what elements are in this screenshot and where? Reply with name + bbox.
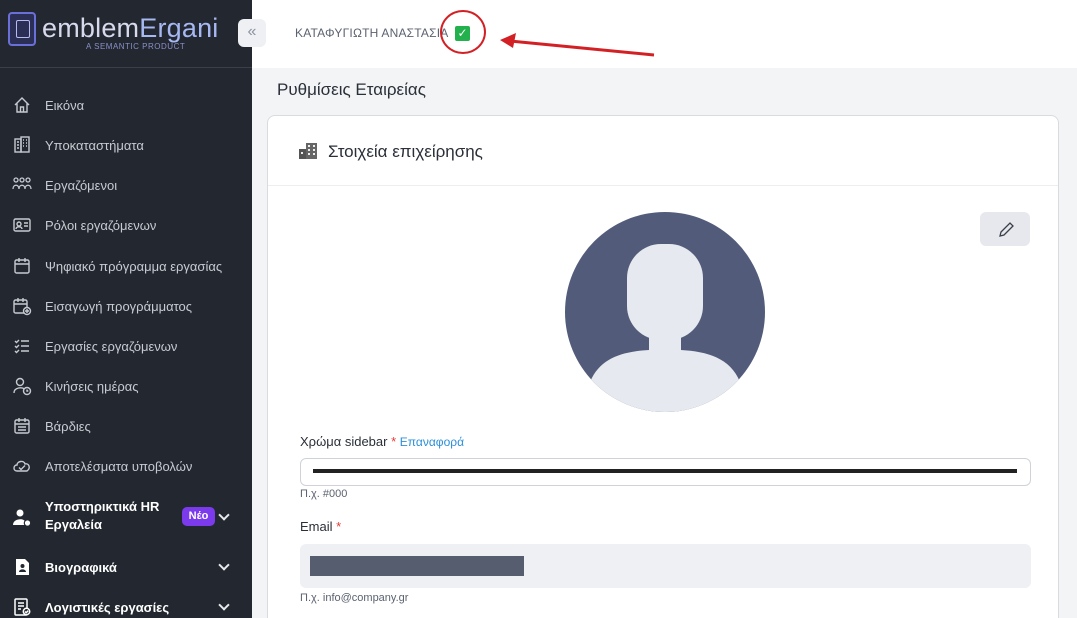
card-title: Στοιχεία επιχείρησης: [328, 142, 483, 161]
card-header: Στοιχεία επιχείρησης: [268, 116, 1058, 186]
sidebar: emblemErgani A SEMANTIC PRODUCT Εικόνα Υ…: [0, 0, 252, 618]
sidebar-item-submission-results[interactable]: Αποτελέσματα υποβολών: [0, 449, 252, 483]
sidebar-item-shifts[interactable]: Βάρδιες: [0, 409, 252, 443]
user-settings-icon: [13, 509, 32, 527]
pencil-icon: [999, 222, 1014, 237]
sidebar-item-accounting[interactable]: Λογιστικές εργασίες: [0, 590, 252, 618]
sidebar-color-input[interactable]: [300, 458, 1031, 486]
email-hint: Π.χ. info@company.gr: [300, 592, 409, 604]
email-label: Email *: [300, 519, 342, 534]
sidebar-item-label: Εικόνα: [45, 97, 85, 113]
calendar-add-icon: [13, 298, 32, 316]
sidebar-item-label: Εργαζόμενοι: [45, 177, 118, 193]
sidebar-color-label: Χρώμα sidebar * Επαναφορά: [300, 434, 465, 449]
sidebar-item-label: Εργασίες εργαζόμενων: [45, 338, 178, 354]
sidebar-item-daily-movements[interactable]: Κινήσεις ημέρας: [0, 369, 252, 403]
brand[interactable]: emblemErgani A SEMANTIC PRODUCT: [0, 0, 252, 68]
sidebar-item-label: Αποτελέσματα υποβολών: [45, 458, 193, 474]
logo-icon: [8, 12, 36, 46]
sidebar-item-employees[interactable]: Εργαζόμενοι: [0, 168, 252, 202]
cv-file-icon: [16, 559, 29, 575]
chevron-down-icon[interactable]: [218, 599, 230, 611]
chevron-down-icon[interactable]: [218, 559, 230, 571]
redacted-value: [310, 556, 524, 576]
email-field[interactable]: [300, 544, 1031, 588]
brand-subtitle: A SEMANTIC PRODUCT: [86, 42, 186, 51]
reset-link[interactable]: Επαναφορά: [400, 435, 464, 449]
topbar: ΚΑΤΑΦΥΓΙΩΤΗ ΑΝΑΣΤΑΣΙΑ ✓: [252, 0, 1077, 68]
cloud-check-icon: [13, 460, 30, 472]
page-title: Ρυθμίσεις Εταιρείας: [277, 80, 426, 99]
sidebar-item-label: Εισαγωγή προγράμματος: [45, 298, 193, 314]
sidebar-item-employee-tasks[interactable]: Εργασίες εργαζόμενων: [0, 329, 252, 363]
sidebar-item-label: Βάρδιες: [45, 418, 91, 434]
accounting-doc-icon: [14, 598, 31, 616]
id-card-icon: [13, 218, 31, 232]
sidebar-item-digital-schedule[interactable]: Ψηφιακό πρόγραμμα εργασίας: [0, 249, 252, 283]
sidebar-item-branches[interactable]: Υποκαταστήματα: [0, 128, 252, 162]
color-swatch-line: [313, 469, 1017, 473]
company-name: ΚΑΤΑΦΥΓΙΩΤΗ ΑΝΑΣΤΑΣΙΑ: [295, 26, 449, 40]
users-icon: [12, 177, 32, 190]
building-icon: [14, 136, 30, 153]
building-icon: [299, 143, 317, 159]
avatar-placeholder[interactable]: [565, 212, 765, 412]
sidebar-item-label: Βιογραφικά: [45, 559, 117, 575]
sidebar-item-home[interactable]: Εικόνα: [0, 88, 252, 122]
sidebar-item-label: Ρόλοι εργαζόμενων: [45, 217, 157, 233]
sidebar-item-label: Ψηφιακό πρόγραμμα εργασίας: [45, 258, 223, 274]
sidebar-color-hint: Π.χ. #000: [300, 488, 348, 500]
user-clock-icon: [13, 377, 32, 396]
app-window: emblemErgani A SEMANTIC PRODUCT Εικόνα Υ…: [0, 0, 1077, 618]
sidebar-item-label: Λογιστικές εργασίες: [45, 599, 170, 615]
calendar-icon: [14, 258, 30, 274]
home-icon: [14, 97, 30, 113]
sidebar-item-hr-tools-label: Υποστηρικτικά HR Εργαλεία: [45, 499, 160, 532]
collapse-sidebar-button[interactable]: «: [238, 19, 266, 47]
brand-name: emblemErgani: [42, 13, 219, 43]
annotation-arrow: [500, 33, 655, 57]
annotation-circle: [440, 10, 486, 54]
sidebar-item-cv[interactable]: Βιογραφικά: [0, 550, 252, 584]
task-list-icon: [14, 339, 29, 354]
sidebar-item-employee-roles[interactable]: Ρόλοι εργαζόμενων: [0, 208, 252, 242]
company-details-card: Στοιχεία επιχείρησης Χρώμα sidebar * Επα…: [267, 115, 1059, 618]
sidebar-item-schedule-import[interactable]: Εισαγωγή προγράμματος: [0, 289, 252, 323]
edit-logo-button[interactable]: [980, 212, 1030, 246]
sidebar-item-label: Υποκαταστήματα: [45, 137, 144, 153]
new-badge: Νέο: [182, 507, 215, 526]
sidebar-item-label: Κινήσεις ημέρας: [45, 378, 139, 394]
shift-calendar-icon: [14, 418, 30, 434]
